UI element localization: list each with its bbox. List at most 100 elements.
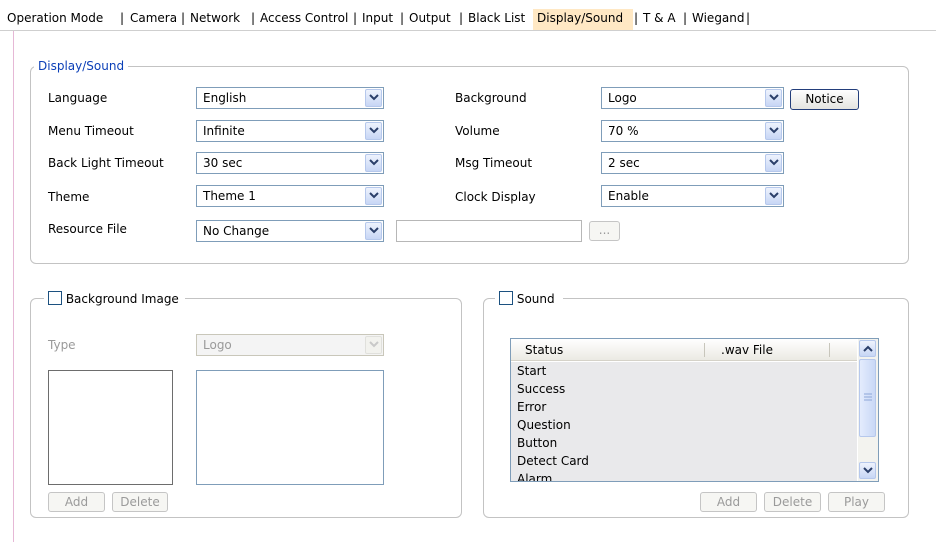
msg-timeout-select[interactable]: 2 sec [601, 152, 784, 174]
dropdown-button[interactable] [365, 89, 382, 107]
background-select[interactable]: Logo [601, 87, 784, 109]
dropdown-button[interactable] [365, 187, 382, 205]
tab-black-list[interactable]: Black List [468, 9, 525, 31]
chevron-down-icon [369, 192, 379, 199]
tab-input[interactable]: Input [362, 9, 393, 31]
menu-timeout-select[interactable]: Infinite [196, 120, 384, 142]
scroll-grip-icon [864, 393, 872, 401]
scroll-up-button[interactable] [859, 340, 876, 357]
tab-access-control[interactable]: Access Control [260, 9, 348, 31]
list-item[interactable]: Question [511, 416, 857, 434]
image-preview-box [48, 370, 173, 485]
volume-label: Volume [455, 124, 500, 138]
list-item[interactable]: Error [511, 398, 857, 416]
tab-t-and-a[interactable]: T & A [643, 9, 676, 31]
menu-timeout-label: Menu Timeout [48, 124, 134, 138]
back-light-timeout-select[interactable]: 30 sec [196, 152, 384, 174]
type-select[interactable]: Logo [196, 334, 384, 356]
scroll-down-button[interactable] [859, 462, 876, 479]
tab-network[interactable]: Network [190, 9, 240, 31]
panel-left-border [13, 31, 14, 542]
dropdown-button[interactable] [365, 222, 382, 240]
clock-display-value: Enable [608, 189, 649, 203]
status-column-header[interactable]: Status [525, 342, 563, 358]
resource-file-select[interactable]: No Change [196, 220, 384, 242]
clock-display-label: Clock Display [455, 190, 536, 204]
volume-value: 70 % [608, 124, 639, 138]
background-image-legend-label: Background Image [65, 292, 179, 306]
sound-list-scrollbar[interactable] [858, 339, 878, 481]
tab-separator: | [120, 11, 125, 25]
browse-button[interactable]: ... [589, 221, 620, 241]
sound-add-button[interactable]: Add [700, 492, 757, 512]
language-select[interactable]: English [196, 87, 384, 109]
sound-legend: Sound [495, 289, 563, 307]
list-item[interactable]: Alarm [511, 470, 857, 481]
background-image-checkbox[interactable] [48, 291, 62, 305]
theme-select[interactable]: Theme 1 [196, 185, 384, 207]
resource-file-path-field[interactable] [396, 220, 582, 242]
chevron-down-icon [769, 127, 779, 134]
chevron-down-icon [369, 341, 379, 348]
background-image-legend: Background Image [44, 289, 185, 307]
display-sound-legend: Display/Sound [34, 58, 129, 74]
tab-separator: | [400, 11, 405, 25]
tab-wiegand[interactable]: Wiegand [692, 9, 745, 31]
tab-display-sound[interactable]: Display/Sound [533, 9, 633, 31]
notice-button[interactable]: Notice [790, 89, 859, 110]
volume-select[interactable]: 70 % [601, 120, 784, 142]
wav-file-column-header[interactable]: .wav File [721, 342, 773, 358]
dropdown-button[interactable] [765, 187, 782, 205]
sound-list-body: Start Success Error Question Button Dete… [511, 362, 857, 481]
dropdown-button[interactable] [765, 122, 782, 140]
chevron-down-icon [369, 94, 379, 101]
type-value: Logo [203, 338, 232, 352]
sound-checkbox[interactable] [499, 291, 513, 305]
dropdown-button[interactable] [365, 336, 382, 354]
list-item[interactable]: Start [511, 362, 857, 380]
tab-camera[interactable]: Camera [130, 9, 177, 31]
sound-play-button[interactable]: Play [828, 492, 885, 512]
language-label: Language [48, 91, 108, 105]
sound-delete-button[interactable]: Delete [764, 492, 821, 512]
background-value: Logo [608, 91, 637, 105]
chevron-down-icon [769, 192, 779, 199]
dropdown-button[interactable] [765, 154, 782, 172]
menu-timeout-value: Infinite [203, 124, 245, 138]
clock-display-select[interactable]: Enable [601, 185, 784, 207]
chevron-down-icon [369, 227, 379, 234]
list-item[interactable]: Success [511, 380, 857, 398]
tab-separator: | [459, 11, 464, 25]
list-item[interactable]: Detect Card [511, 452, 857, 470]
dropdown-button[interactable] [365, 122, 382, 140]
dropdown-button[interactable] [365, 154, 382, 172]
image-delete-button[interactable]: Delete [112, 492, 168, 512]
language-value: English [203, 91, 247, 105]
tab-output[interactable]: Output [409, 9, 451, 31]
list-item[interactable]: Button [511, 434, 857, 452]
scroll-thumb[interactable] [859, 359, 876, 437]
dropdown-button[interactable] [765, 89, 782, 107]
tab-separator: | [634, 11, 639, 25]
background-label: Background [455, 91, 527, 105]
column-divider [704, 343, 705, 357]
tab-bar: Operation Mode | Camera | Network | Acce… [0, 0, 936, 31]
sound-legend-label: Sound [516, 292, 555, 306]
chevron-up-icon [863, 345, 873, 352]
sound-list[interactable]: Status .wav File Start Success Error Que… [510, 338, 879, 482]
tab-separator: | [353, 11, 358, 25]
type-label: Type [48, 338, 76, 352]
msg-timeout-label: Msg Timeout [455, 156, 533, 170]
chevron-down-icon [769, 94, 779, 101]
theme-label: Theme [48, 190, 90, 204]
column-divider [829, 343, 830, 357]
tab-bar-divider [0, 30, 936, 31]
resource-file-label: Resource File [48, 222, 127, 236]
back-light-timeout-value: 30 sec [203, 156, 243, 170]
image-file-list[interactable] [196, 370, 384, 485]
resource-file-value: No Change [203, 224, 270, 238]
back-light-timeout-label: Back Light Timeout [48, 156, 164, 170]
tab-operation-mode[interactable]: Operation Mode [7, 9, 103, 31]
sound-list-header: Status .wav File [511, 339, 857, 361]
image-add-button[interactable]: Add [48, 492, 105, 512]
